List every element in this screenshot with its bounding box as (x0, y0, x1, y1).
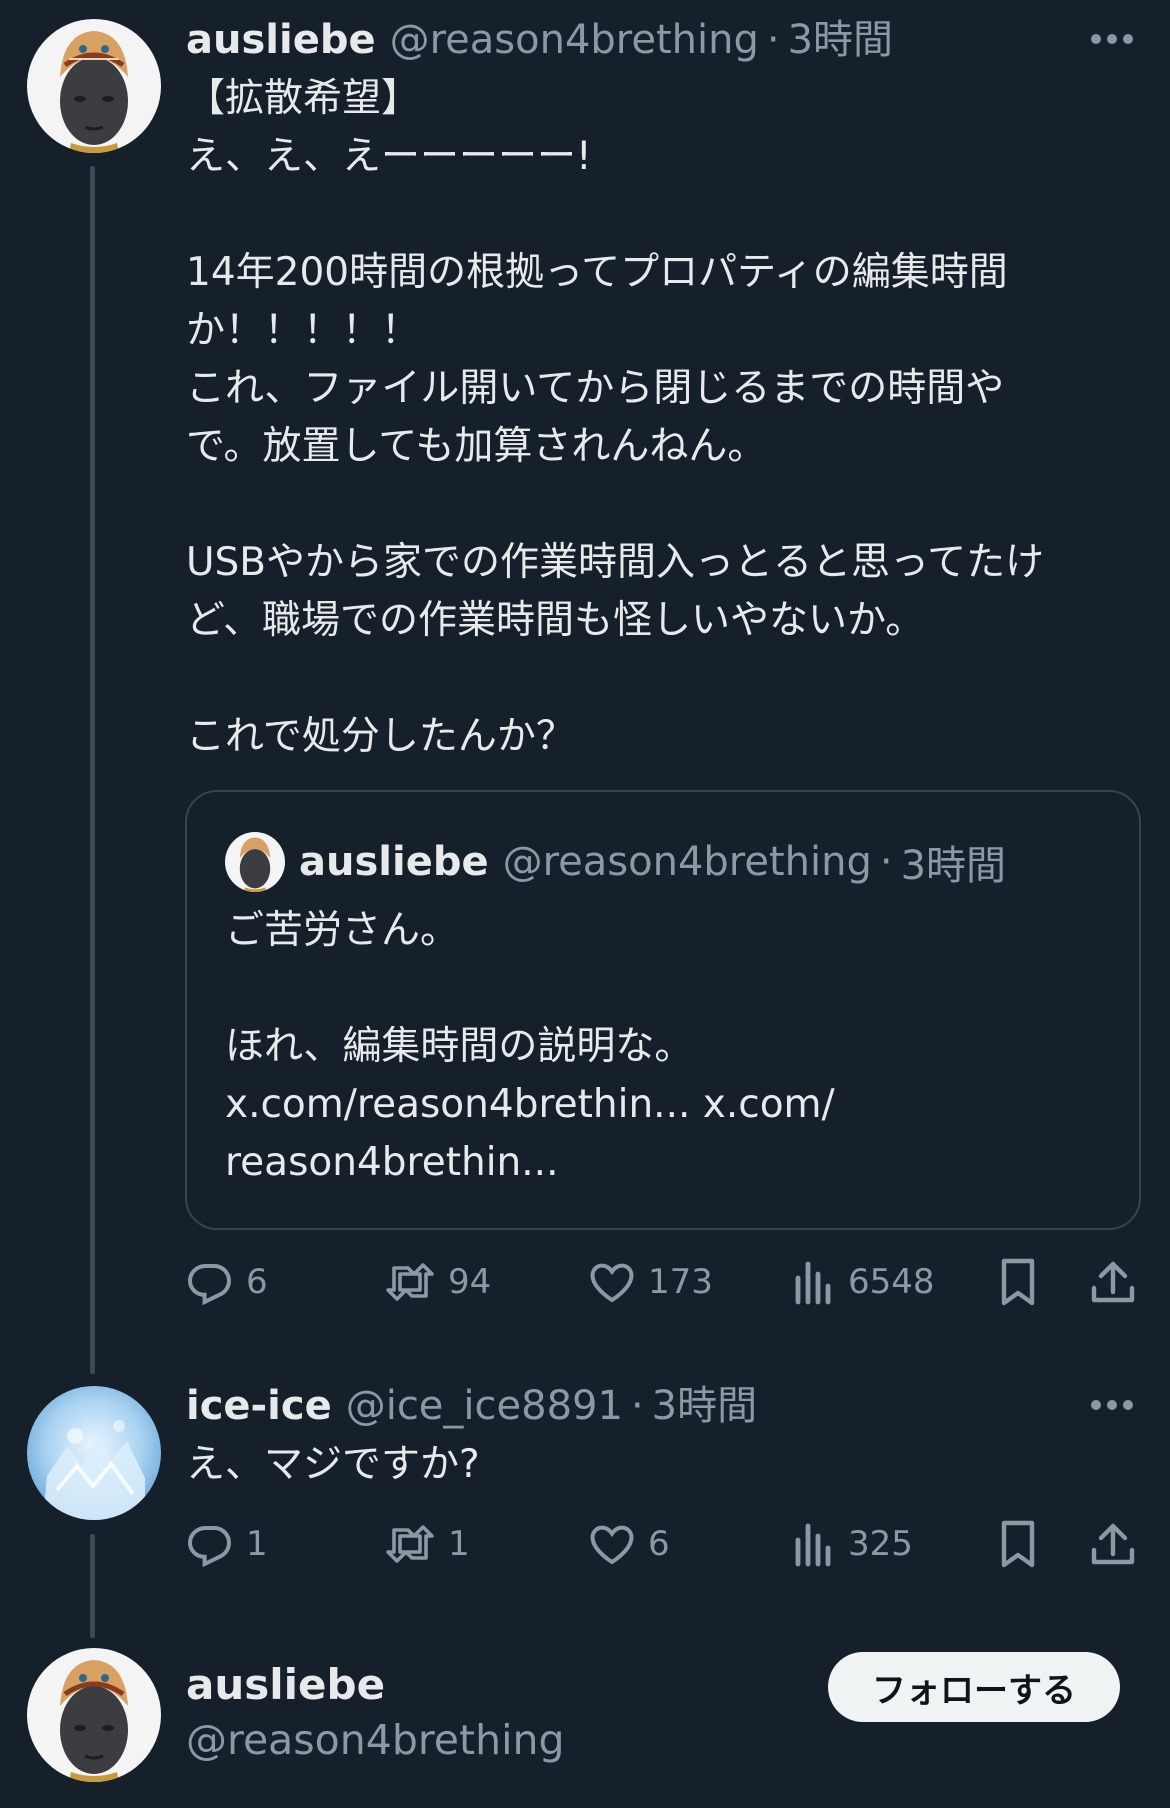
quote-header: ausliebe @reason4brething · 3時間 (225, 832, 1006, 892)
quote-separator: · (879, 839, 893, 885)
like-count: 6 (648, 1524, 670, 1564)
quote-body: ご苦労さん。 ほれ、編集時間の説明な。 x.com/reason4brethin… (225, 902, 835, 1192)
like-button[interactable]: 173 (588, 1252, 713, 1312)
author-handle[interactable]: @reason4brething (390, 16, 759, 64)
reply-button[interactable]: 6 (186, 1252, 268, 1312)
post-timestamp[interactable]: 3時間 (788, 16, 893, 64)
like-button[interactable]: 6 (588, 1514, 670, 1574)
reply-icon (187, 1264, 232, 1306)
header-separator: · (766, 17, 780, 63)
quote-link-line[interactable]: x.com/reason4brethin... x.com/ (225, 1076, 835, 1134)
quote-link-line[interactable]: reason4brethin... (225, 1134, 835, 1192)
post-line: これで処分したんか？ (186, 714, 575, 759)
reply-count: 6 (246, 1262, 268, 1302)
author-handle[interactable]: @ice_ice8891 (346, 1382, 623, 1430)
quote-avatar (225, 832, 285, 892)
repost-count: 1 (448, 1524, 470, 1564)
header-separator: · (630, 1383, 644, 1429)
repost-icon (386, 1263, 434, 1301)
views-icon (795, 1523, 831, 1567)
views-count: 325 (848, 1524, 913, 1564)
post-line: え、え、えーーーーー! (186, 134, 592, 179)
follow-button[interactable]: フォローする (828, 1652, 1120, 1722)
profile-name[interactable]: ausliebe (186, 1660, 385, 1709)
repost-button[interactable]: 1 (384, 1514, 470, 1574)
post-body: 【拡散希望】 え、え、えーーーーー! 14年200時間の根拠ってプロパティの編集… (186, 70, 1146, 766)
quote-line: ご苦労さん。 (225, 908, 460, 953)
avatar-ausliebe[interactable] (27, 19, 161, 153)
post-actions: 6 94 173 6548 (186, 1252, 1146, 1312)
post-header: ice-ice @ice_ice8891 · 3時間 (186, 1382, 757, 1430)
post-body: え、マジですか? (186, 1436, 1146, 1494)
share-button[interactable] (1090, 1252, 1136, 1312)
views-button[interactable]: 6548 (792, 1252, 935, 1312)
quoted-post-card[interactable]: ausliebe @reason4brething · 3時間 ご苦労さん。 ほ… (185, 790, 1141, 1230)
views-count: 6548 (848, 1262, 935, 1302)
share-button[interactable] (1090, 1514, 1136, 1574)
views-icon (795, 1261, 831, 1305)
avatar-ice-ice[interactable] (27, 1386, 161, 1520)
post-line (186, 186, 1146, 244)
avatar-ausliebe-profile[interactable] (27, 1648, 161, 1782)
post-line: ど、職場での作業時間も怪しいやないか。 (186, 598, 925, 643)
post-line (186, 476, 1146, 534)
repost-icon (386, 1525, 434, 1563)
repost-count: 94 (448, 1262, 492, 1302)
quote-timestamp: 3時間 (900, 843, 1007, 889)
post-line: 【拡散希望】 (186, 76, 421, 121)
post-line: これ、ファイル開いてから閉じるまでの時間や (186, 366, 1005, 411)
post-line (186, 650, 1146, 708)
heart-icon (590, 1525, 634, 1565)
quote-line (225, 960, 835, 1018)
author-name[interactable]: ausliebe (186, 16, 376, 64)
quote-author-handle: @reason4brething (502, 839, 872, 885)
more-icon[interactable] (1084, 24, 1140, 54)
bookmark-icon (1001, 1258, 1035, 1306)
reply-count: 1 (246, 1524, 268, 1564)
profile-handle[interactable]: @reason4brething (186, 1716, 565, 1764)
bookmark-button[interactable] (998, 1252, 1038, 1312)
share-icon (1091, 1523, 1135, 1565)
author-name[interactable]: ice-ice (186, 1382, 332, 1430)
bookmark-button[interactable] (998, 1514, 1038, 1574)
bookmark-icon (1001, 1520, 1035, 1568)
thread-line-1 (90, 166, 95, 1374)
post-line: え、マジですか? (186, 1442, 480, 1487)
repost-button[interactable]: 94 (384, 1252, 491, 1312)
post-actions: 1 1 6 325 (186, 1514, 1146, 1574)
thread-line-2 (90, 1534, 95, 1638)
post-header: ausliebe @reason4brething · 3時間 (186, 16, 893, 64)
post-line: か！！！！！ (186, 308, 421, 353)
more-icon[interactable] (1084, 1390, 1140, 1420)
reply-button[interactable]: 1 (186, 1514, 268, 1574)
post-line: USBやから家での作業時間入っとると思ってたけ (186, 540, 1045, 585)
views-button[interactable]: 325 (792, 1514, 913, 1574)
share-icon (1091, 1261, 1135, 1303)
reply-icon (187, 1526, 232, 1568)
post-line: 14年200時間の根拠ってプロパティの編集時間 (186, 250, 1008, 295)
like-count: 173 (648, 1262, 713, 1302)
quote-line: ほれ、編集時間の説明な。 (225, 1024, 694, 1069)
post-line: で。放置しても加算されんねん。 (186, 424, 767, 469)
heart-icon (590, 1263, 634, 1303)
post-timestamp[interactable]: 3時間 (652, 1382, 757, 1430)
quote-author-name: ausliebe (299, 839, 489, 885)
